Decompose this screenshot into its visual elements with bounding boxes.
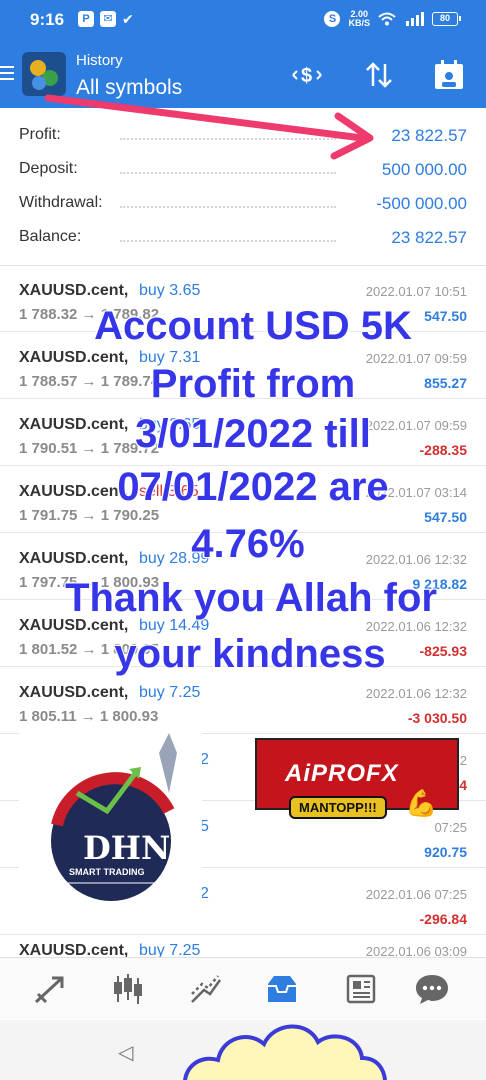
overlay-line: 4.76% [190,522,305,566]
summary-row-profit: Profit: 23 822.57 [0,110,486,145]
overlay-line: Account USD 5K [93,304,413,348]
back-icon[interactable]: ◁ [118,1040,133,1065]
vpn-icon: S [324,11,341,27]
news-icon[interactable] [342,972,378,1006]
overlay-line: Profit from [150,362,356,406]
aiprofx-logo-subtitle: MANTOPP!!! [289,796,387,819]
trade-prices: 1 791.75 → 1 790.25 [19,507,160,524]
history-icon[interactable] [264,972,300,1006]
speed-unit: KB/S [348,18,370,28]
messages-icon[interactable] [414,972,450,1006]
deposit-filter-icon[interactable]: $ [290,58,324,92]
notification-p-icon: P [78,11,94,27]
trade-side: buy 3.65 [139,282,201,299]
trade-profit: 547.50 [424,509,467,525]
bottom-navigation [0,957,486,1019]
menu-icon[interactable] [0,66,14,84]
summary-row-deposit: Deposit: 500 000.00 [0,144,486,179]
dhn-logo: DHN SMART TRADING [19,733,202,915]
trade-side: buy 7.25 [139,684,201,701]
app-subtitle: History [76,52,123,69]
app-bar: History All symbols $ [0,40,486,108]
summary-label: Profit: [19,126,61,143]
overlay-line: your kindness [113,632,386,676]
summary-value: -500 000.00 [376,194,467,213]
calendar-icon[interactable] [432,58,466,92]
trade-datetime: 2 [459,753,467,768]
notification-mail-icon: ✉ [100,11,116,27]
dhn-logo-subtext: SMART TRADING [69,867,145,877]
sort-icon[interactable] [362,58,396,92]
aiprofx-logo-title: AiPROFX [285,760,399,787]
overlay-line: 07/01/2022 are [116,465,389,509]
quotes-icon[interactable] [32,972,68,1006]
overlay-line: 3/01/2022 till [134,412,372,456]
dhn-logo-text: DHN [83,829,171,867]
summary-label: Deposit: [19,160,78,177]
trade-prices: 1 805.11 → 1 800.93 [19,708,159,725]
summary-value: 500 000.00 [381,160,467,179]
trade-datetime: 2022.01.07 10:51 [365,284,467,299]
aiprofx-logo: AiPROFX MANTOPP!!! 💪 [255,738,459,830]
signal-icon [406,12,424,26]
trade-symbol: XAUUSD.cent, [19,282,129,299]
metatrader-logo-icon[interactable] [22,52,66,96]
trade-profit: -296.84 [419,911,467,927]
overlay-line: Thank you Allah for [64,576,438,620]
trade-icon[interactable] [188,972,224,1006]
trade-symbol: XAUUSD.cent, [19,684,129,701]
chart-icon[interactable] [110,972,146,1006]
summary-row-balance: Balance: 23 822.57 [0,212,486,247]
summary-row-withdrawal: Withdrawal: -500 000.00 [0,178,486,213]
summary-value: 23 822.57 [391,126,467,145]
trade-profit: -3 030.50 [407,710,467,726]
trade-row[interactable]: XAUUSD.cent, buy 7.25 1 805.11 → 1 800.9… [0,668,486,734]
status-time: 9:16 [30,10,65,29]
trade-datetime: 2022.01.06 12:32 [365,686,467,701]
summary-label: Balance: [19,228,82,245]
status-bar: 9:16 P ✉ ✔ S 2.00 KB/S 80 [0,0,486,40]
flexed-arm-icon: 💪 [405,788,438,818]
cloud-sticker-icon [183,1024,387,1080]
dhn-emblem-icon [51,733,177,901]
summary-value: 23 822.57 [391,228,467,247]
network-speed: 2.00 KB/S [348,10,370,28]
battery-icon: 80 [432,12,461,26]
symbol-filter-title[interactable]: All symbols [76,76,182,100]
summary-label: Withdrawal: [19,194,103,211]
trade-profit: 920.75 [424,844,467,860]
account-summary: Profit: 23 822.57 Deposit: 500 000.00 Wi… [0,110,486,247]
notification-check-icon: ✔ [122,11,134,27]
trade-datetime: 2022.01.06 07:25 [365,887,467,902]
svg-text:$: $ [301,65,312,87]
wifi-icon [378,12,396,26]
